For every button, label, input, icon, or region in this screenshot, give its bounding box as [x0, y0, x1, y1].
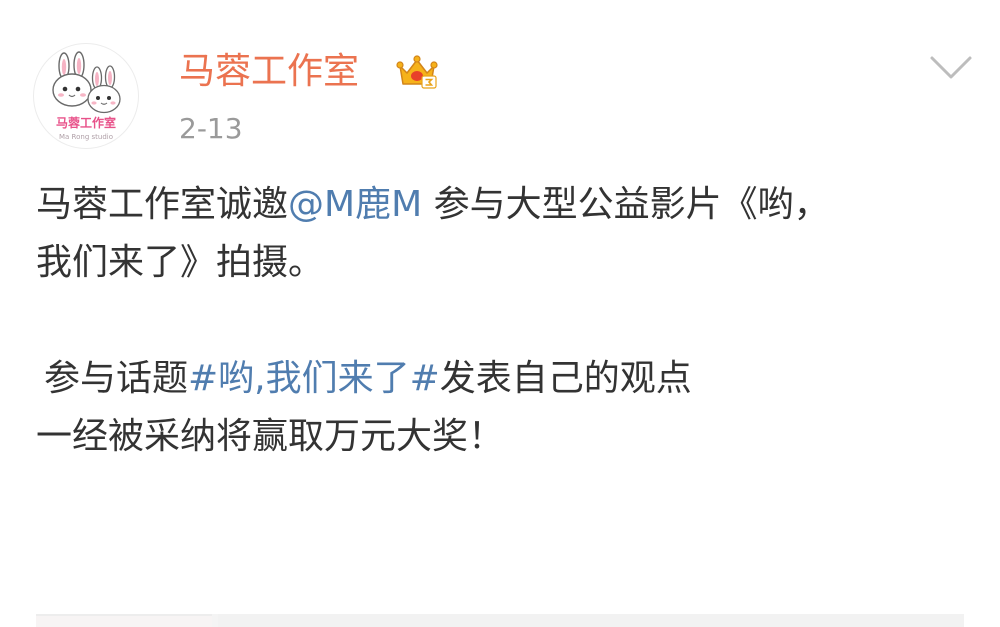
- avatar-subtitle-text: Ma Rong studio: [59, 133, 113, 141]
- author-name[interactable]: 马蓉工作室: [179, 50, 359, 94]
- chevron-down-icon: [930, 56, 972, 79]
- post-timestamp: 2-13: [179, 112, 243, 145]
- media-thumbnail[interactable]: [36, 614, 212, 627]
- crown-vip-icon[interactable]: [396, 54, 438, 90]
- bunny-logo-icon: 马蓉工作室 Ma Rong studio: [52, 51, 121, 141]
- post-text-segment: 参与大型公益影片《哟，: [422, 184, 830, 225]
- mention-link[interactable]: @M鹿M: [288, 184, 422, 225]
- post-line: 一经被采纳将赢取万元大奖！: [36, 416, 505, 457]
- post-text-segment: 发表自己的观点: [439, 358, 692, 399]
- post-text-segment: 马蓉工作室诚邀: [36, 184, 289, 225]
- post-menu-button[interactable]: [928, 50, 974, 86]
- post-text: 马蓉工作室诚邀@M鹿M 参与大型公益影片《哟， 我们来了》拍摄。 参与话题#哟,…: [36, 176, 966, 466]
- post-header: 马蓉工作室 Ma Rong studio 马蓉工作室 2-13: [0, 0, 1000, 160]
- post-text-segment: 参与话题: [44, 358, 189, 399]
- avatar-title-text: 马蓉工作室: [56, 115, 116, 130]
- post-line: 我们来了》拍摄。: [36, 242, 325, 283]
- topic-link[interactable]: #哟,我们来了#: [188, 358, 440, 399]
- avatar[interactable]: 马蓉工作室 Ma Rong studio: [33, 43, 139, 149]
- media-strip: [36, 614, 964, 627]
- post-line: 马蓉工作室诚邀@M鹿M 参与大型公益影片《哟，: [36, 176, 966, 234]
- post-line: 参与话题#哟,我们来了#发表自己的观点: [36, 350, 966, 408]
- media-thumbnail[interactable]: [218, 614, 964, 627]
